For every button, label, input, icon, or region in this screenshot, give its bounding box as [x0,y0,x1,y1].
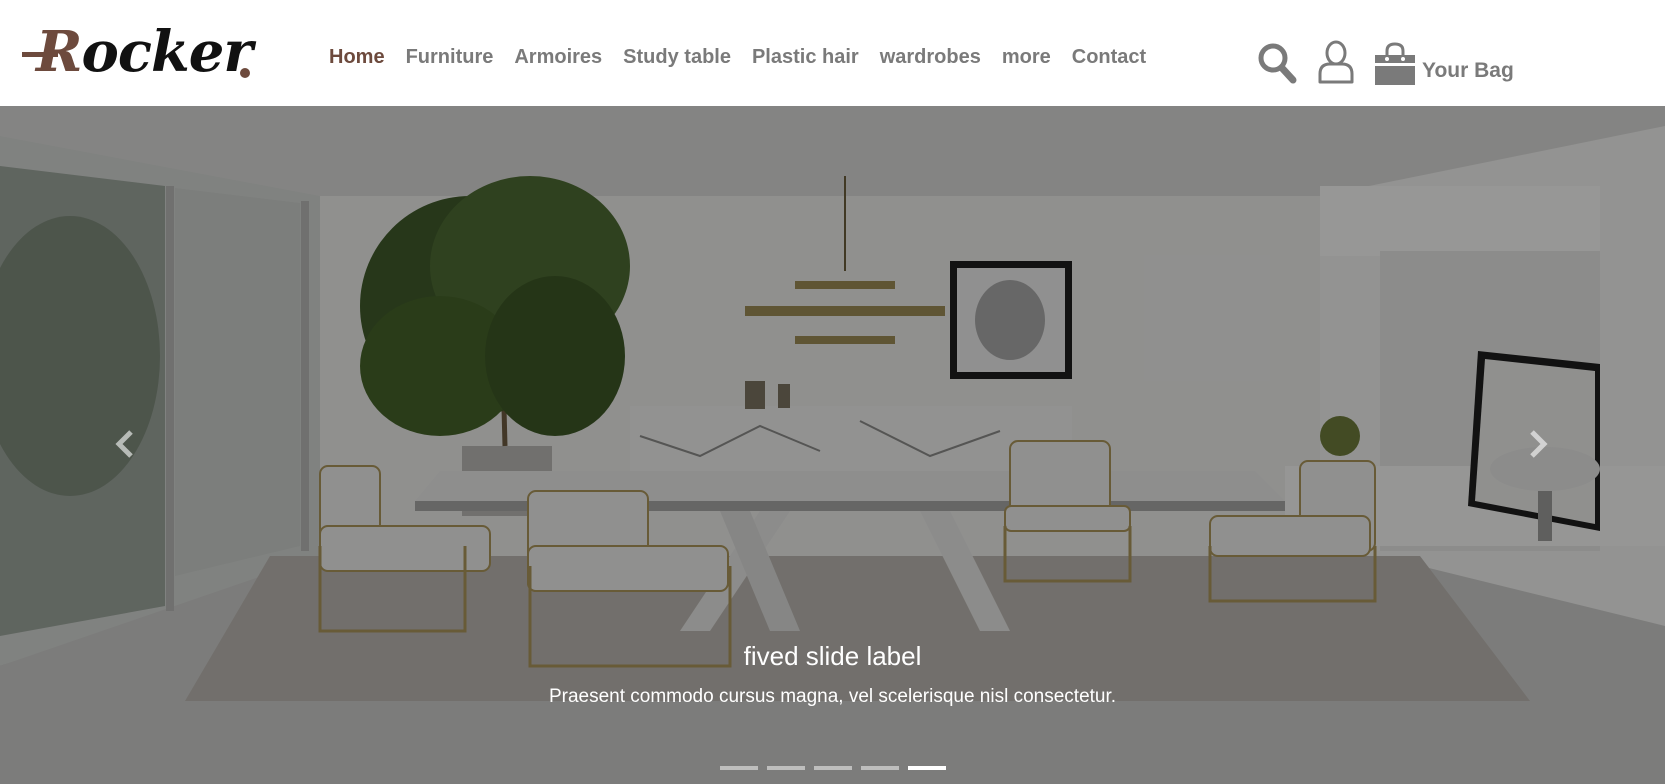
carousel-indicator-2[interactable] [767,766,805,770]
nav-item-armoires[interactable]: Armoires [514,44,602,70]
nav-item-home[interactable]: Home [329,44,385,70]
hero-carousel: fived slide label Praesent commodo cursu… [0,106,1665,784]
carousel-indicator-5[interactable] [908,766,946,770]
nav-item-furniture[interactable]: Furniture [406,44,494,70]
bag-label: Your Bag [1422,59,1514,82]
carousel-indicator-3[interactable] [814,766,852,770]
nav-item-contact[interactable]: Contact [1072,44,1146,70]
brand-logo[interactable]: Rocker [22,18,253,86]
nav-item-study-table[interactable]: Study table [623,44,731,70]
bag-button[interactable]: Your Bag [1374,40,1514,86]
carousel-indicator-4[interactable] [861,766,899,770]
nav-item-plastic-hair[interactable]: Plastic hair [752,44,859,70]
chevron-left-icon [114,429,136,464]
carousel-indicators [720,766,955,770]
user-icon[interactable] [1317,40,1355,84]
carousel-indicator-1[interactable] [720,766,758,770]
site-header: Rocker Home Furniture Armoires Study tab… [0,0,1665,106]
carousel-caption-text: Praesent commodo cursus magna, vel scele… [548,686,1117,707]
carousel-next-button[interactable] [1508,406,1568,486]
logo-dot [240,68,250,78]
nav-item-more[interactable]: more [1002,44,1051,70]
nav-item-wardrobes[interactable]: wardrobes [880,44,981,70]
logo-text: Rocker [36,19,253,85]
carousel-prev-button[interactable] [95,406,155,486]
search-icon[interactable] [1257,42,1297,84]
carousel-caption-title: fived slide label [743,641,922,671]
shopping-bag-icon [1374,42,1416,86]
logo-initial: R [36,19,83,85]
hero-overlay [0,106,1665,784]
logo-rest: ocker [81,19,253,85]
chevron-right-icon [1527,429,1549,464]
main-nav: Home Furniture Armoires Study table Plas… [329,44,1167,70]
